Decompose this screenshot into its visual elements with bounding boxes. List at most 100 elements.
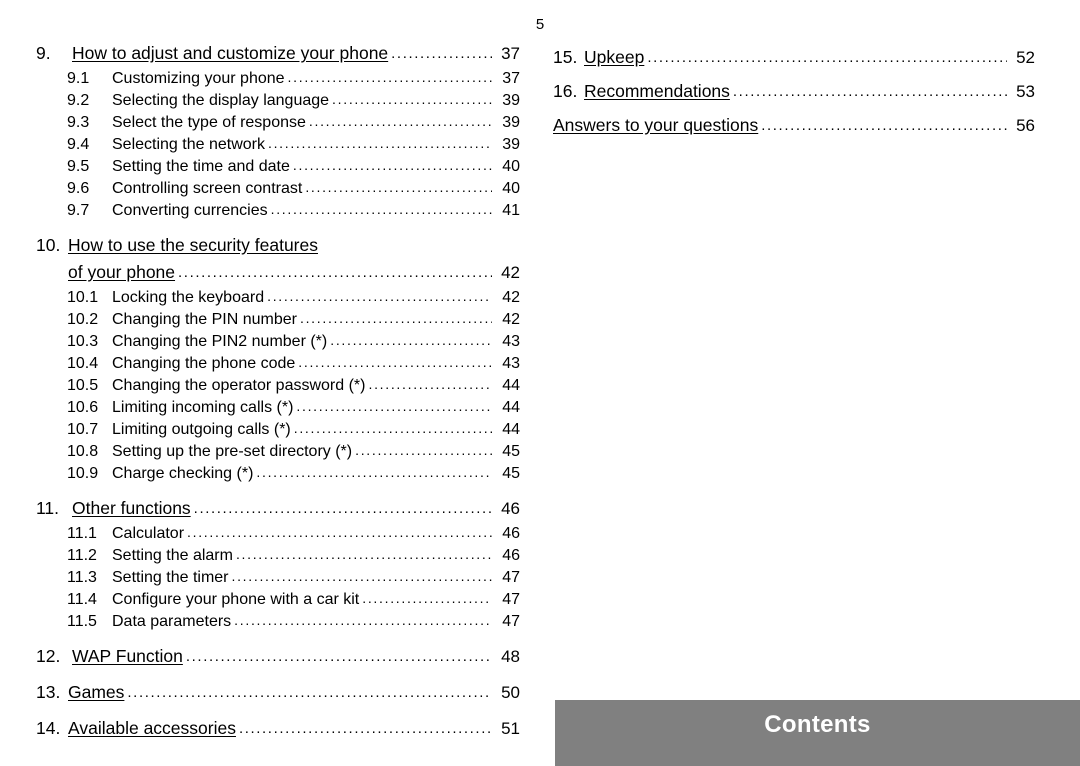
toc-entry-chapter-11[interactable]: 11. Other functions ....................… [36, 495, 520, 522]
toc-entry-number: 11.3 [67, 569, 97, 586]
toc-entry-page: 42 [502, 311, 520, 328]
dot-leader: ........................................… [193, 500, 492, 517]
toc-entry-chapter-9[interactable]: 9. How to adjust and customize your phon… [36, 40, 520, 67]
toc-entry-title: Available accessories [68, 718, 236, 738]
toc-entry-page: 51 [501, 719, 520, 738]
toc-entry-title: of your phone [68, 262, 176, 282]
toc-entry-section-11-4[interactable]: 11.4 Configure your phone with a car kit… [36, 588, 520, 610]
toc-entry-chapter-16[interactable]: 16. Recommendations ....................… [553, 74, 1035, 108]
contents-label: Contents [764, 711, 871, 738]
toc-entry-chapter-10-line1[interactable]: 10. How to use the security features [36, 232, 520, 259]
toc-entry-page: 52 [1016, 48, 1035, 67]
toc-entry-section-11-3[interactable]: 11.3 Setting the timer .................… [36, 566, 520, 588]
toc-entry-section-9-3[interactable]: 9.3 Select the type of response ........… [36, 111, 520, 133]
toc-entry-number: 11.2 [67, 547, 97, 564]
toc-right-column: 15. Upkeep .............................… [553, 40, 1035, 142]
toc-entry-number: 10.7 [67, 421, 99, 438]
toc-entry-section-9-6[interactable]: 9.6 Controlling screen contrast ........… [36, 177, 520, 199]
dot-leader: ........................................… [234, 612, 492, 628]
dot-leader: ........................................… [178, 264, 492, 281]
toc-entry-section-9-7[interactable]: 9.7 Converting currencies ..............… [36, 199, 520, 221]
toc-entry-chapter-13[interactable]: 13. Games ..............................… [36, 679, 520, 706]
toc-entry-number: 10.6 [67, 399, 99, 416]
toc-entry-page: 46 [502, 547, 520, 564]
toc-entry-section-10-8[interactable]: 10.8 Setting up the pre-set directory (*… [36, 440, 520, 462]
toc-entry-title: Data parameters [112, 613, 232, 630]
toc-entry-page: 47 [502, 613, 520, 630]
toc-entry-number: 13. [36, 682, 61, 702]
toc-entry-title: Answers to your questions [553, 115, 759, 135]
toc-entry-number: 11.4 [67, 591, 97, 608]
toc-entry-number: 9. [36, 43, 51, 63]
toc-entry-number: 9.3 [67, 114, 90, 131]
toc-entry-section-11-2[interactable]: 11.2 Setting the alarm .................… [36, 544, 520, 566]
toc-entry-section-10-2[interactable]: 10.2 Changing the PIN number ...........… [36, 308, 520, 330]
toc-entry-title: Calculator [112, 525, 185, 542]
toc-entry-chapter-12[interactable]: 12. WAP Function .......................… [36, 643, 520, 670]
toc-entry-page: 47 [502, 591, 520, 608]
toc-entry-title: Changing the PIN number [112, 311, 297, 328]
toc-entry-page: 53 [1016, 82, 1035, 101]
toc-entry-section-9-4[interactable]: 9.4 Selecting the network ..............… [36, 133, 520, 155]
toc-entry-section-9-1[interactable]: 9.1 Customizing your phone .............… [36, 67, 520, 89]
toc-entry-page: 43 [502, 333, 520, 350]
dot-leader: ........................................… [732, 83, 1007, 100]
toc-entry-chapter-10-line2[interactable]: of your phone ..........................… [36, 259, 520, 286]
toc-entry-page: 45 [502, 465, 520, 482]
dot-leader: ........................................… [330, 332, 492, 348]
toc-entry-section-10-5[interactable]: 10.5 Changing the operator password (*) … [36, 374, 520, 396]
toc-entry-page: 37 [501, 44, 520, 63]
toc-entry-number: 10.4 [67, 355, 99, 372]
toc-entry-chapter-15[interactable]: 15. Upkeep .............................… [553, 40, 1035, 74]
toc-entry-title: Setting up the pre-set directory (*) [112, 443, 353, 460]
contents-footer-bar: Contents [555, 700, 1080, 766]
toc-entry-number: 9.2 [67, 92, 90, 109]
dot-leader: ........................................… [270, 201, 492, 217]
toc-entry-section-10-7[interactable]: 10.7 Limiting outgoing calls (*) .......… [36, 418, 520, 440]
toc-entry-section-9-5[interactable]: 9.5 Setting the time and date ..........… [36, 155, 520, 177]
page-number: 5 [535, 16, 545, 33]
toc-entry-number: 9.4 [67, 136, 90, 153]
toc-entry-title: Converting currencies [112, 202, 268, 219]
toc-entry-number: 15. [553, 47, 578, 67]
toc-entry-title: Setting the time and date [112, 158, 290, 175]
toc-entry-title: Limiting incoming calls (*) [112, 399, 294, 416]
toc-entry-section-10-6[interactable]: 10.6 Limiting incoming calls (*) .......… [36, 396, 520, 418]
dot-leader: ........................................… [298, 354, 492, 370]
toc-entry-title: Setting the timer [112, 569, 229, 586]
toc-entry-section-10-4[interactable]: 10.4 Changing the phone code ...........… [36, 352, 520, 374]
dot-leader: ........................................… [287, 69, 492, 85]
toc-entry-section-10-3[interactable]: 10.3 Changing the PIN2 number (*) ......… [36, 330, 520, 352]
toc-entry-chapter-14[interactable]: 14. Available accessories ..............… [36, 715, 520, 742]
toc-entry-page: 42 [502, 289, 520, 306]
toc-entry-title: Controlling screen contrast [112, 180, 303, 197]
toc-entry-section-11-1[interactable]: 11.1 Calculator ........................… [36, 522, 520, 544]
toc-entry-title: Configure your phone with a car kit [112, 591, 360, 608]
toc-entry-section-9-2[interactable]: 9.2 Selecting the display language .....… [36, 89, 520, 111]
dot-leader: ........................................… [293, 420, 492, 436]
toc-entry-section-10-1[interactable]: 10.1 Locking the keyboard ..............… [36, 286, 520, 308]
toc-entry-title: Select the type of response [112, 114, 306, 131]
toc-entry-page: 56 [1016, 116, 1035, 135]
toc-entry-section-10-9[interactable]: 10.9 Charge checking (*) ...............… [36, 462, 520, 484]
toc-entry-title: Charge checking (*) [112, 465, 254, 482]
toc-entry-page: 41 [502, 202, 520, 219]
toc-entry-page: 50 [501, 683, 520, 702]
toc-entry-section-11-5[interactable]: 11.5 Data parameters ...................… [36, 610, 520, 632]
toc-entry-answers-to-your-questions[interactable]: Answers to your questions ..............… [553, 108, 1035, 142]
toc-entry-number: 10.3 [67, 333, 99, 350]
toc-entry-page: 46 [502, 525, 520, 542]
toc-entry-page: 42 [501, 263, 520, 282]
dot-leader: ........................................… [187, 524, 492, 540]
toc-entry-page: 45 [502, 443, 520, 460]
toc-entry-number: 12. [36, 646, 61, 666]
toc-entry-page: 40 [502, 180, 520, 197]
dot-leader: ........................................… [391, 45, 492, 62]
toc-entry-page: 44 [502, 399, 520, 416]
toc-entry-number: 9.1 [67, 70, 90, 87]
toc-entry-title: Changing the phone code [112, 355, 296, 372]
toc-left-column: 9. How to adjust and customize your phon… [36, 40, 520, 742]
